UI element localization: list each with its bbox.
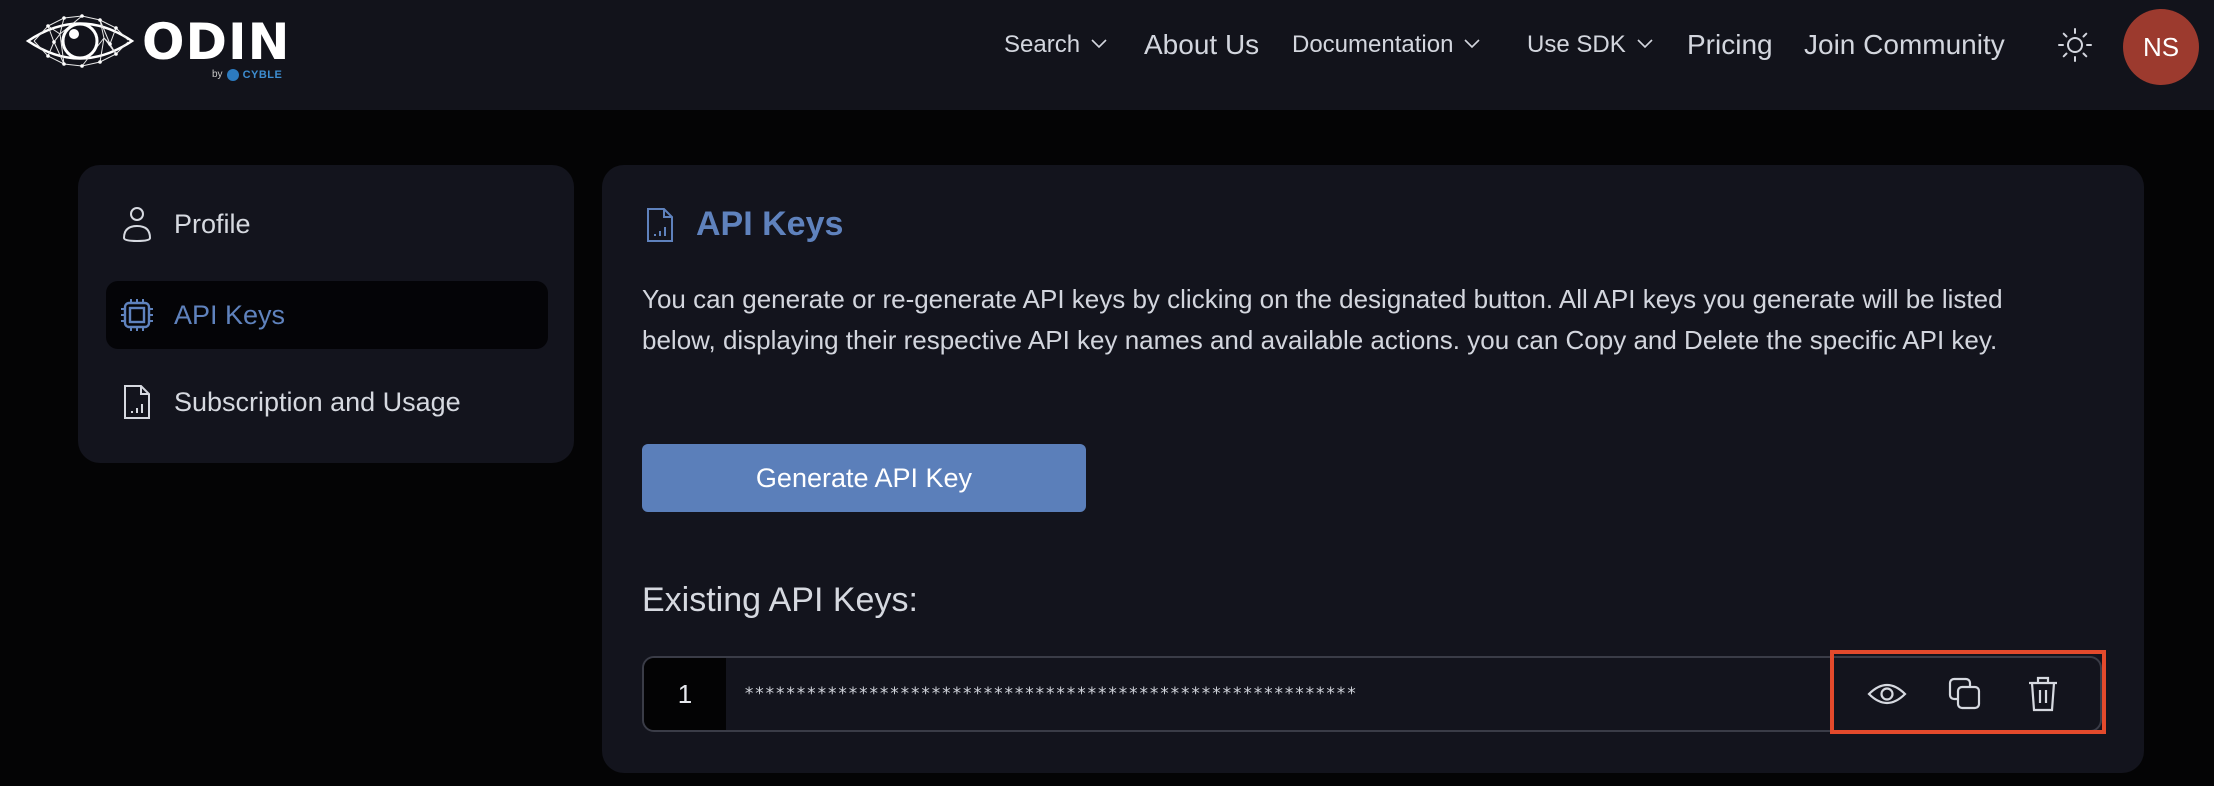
delete-key-button[interactable] [2019, 670, 2067, 718]
chevron-down-icon [1464, 39, 1481, 49]
page-description: You can generate or re-generate API keys… [642, 284, 2003, 355]
generate-api-key-button[interactable]: Generate API Key [642, 444, 1086, 512]
eye-logo-icon [25, 14, 135, 68]
copy-key-button[interactable] [1941, 670, 1989, 718]
top-header: ODIN by CYBLE Search About Us Documentat… [0, 0, 2214, 110]
page-title-text: API Keys [696, 205, 844, 243]
sidebar-item-label: API Keys [174, 299, 286, 330]
odin-logo[interactable]: ODIN by CYBLE [24, 10, 289, 90]
cyble-mark-icon [226, 69, 239, 81]
logo-wordmark: ODIN [142, 13, 291, 71]
settings-sidebar: Profile API Keys Subscription and Usage [78, 165, 574, 463]
nav-search-label: Search [1004, 31, 1081, 58]
logo-byline: by CYBLE [212, 68, 282, 82]
sidebar-item-profile[interactable]: Profile [106, 190, 548, 258]
nav-pricing-label: Pricing [1687, 29, 1773, 60]
nav-use-sdk[interactable]: Use SDK [1527, 0, 1654, 90]
sidebar-item-api-keys[interactable]: API Keys [106, 281, 548, 349]
page-title: API Keys [644, 205, 843, 244]
nav-pricing[interactable]: Pricing [1687, 0, 1773, 90]
nav-about-us[interactable]: About Us [1144, 0, 1259, 90]
nav-join-community-label: Join Community [1804, 29, 2005, 60]
chip-icon [120, 295, 154, 335]
api-key-actions [1830, 658, 2100, 730]
chevron-down-icon [1637, 39, 1653, 49]
user-icon [120, 204, 154, 244]
sidebar-item-label: Subscription and Usage [174, 386, 461, 417]
sun-icon[interactable] [2056, 26, 2094, 64]
file-chart-icon [647, 207, 673, 242]
chevron-down-icon [1091, 39, 1107, 49]
nav-documentation-label: Documentation [1292, 31, 1454, 58]
sidebar-item-subscription-and-usage[interactable]: Subscription and Usage [106, 368, 548, 436]
nav-search[interactable]: Search [1004, 0, 1108, 90]
logo-by-label: by [212, 69, 223, 80]
nav-join-community[interactable]: Join Community [1804, 0, 2005, 90]
nav-use-sdk-label: Use SDK [1527, 31, 1626, 58]
copy-icon [1948, 677, 1981, 710]
existing-keys-heading: Existing API Keys: [642, 581, 918, 619]
user-avatar[interactable]: NS [2123, 9, 2199, 85]
file-chart-icon [120, 382, 154, 422]
api-key-index: 1 [644, 658, 726, 730]
eye-icon [1867, 683, 1907, 705]
nav-about-us-label: About Us [1144, 29, 1260, 60]
api-keys-panel: API Keys You can generate or re-generate… [602, 165, 2144, 773]
sidebar-item-label: Profile [174, 208, 251, 239]
nav-documentation[interactable]: Documentation [1292, 0, 1481, 90]
view-key-button[interactable] [1863, 670, 1911, 718]
api-key-row: 1 **************************************… [642, 656, 2102, 732]
logo-company: CYBLE [242, 69, 283, 81]
trash-icon [2029, 676, 2057, 712]
